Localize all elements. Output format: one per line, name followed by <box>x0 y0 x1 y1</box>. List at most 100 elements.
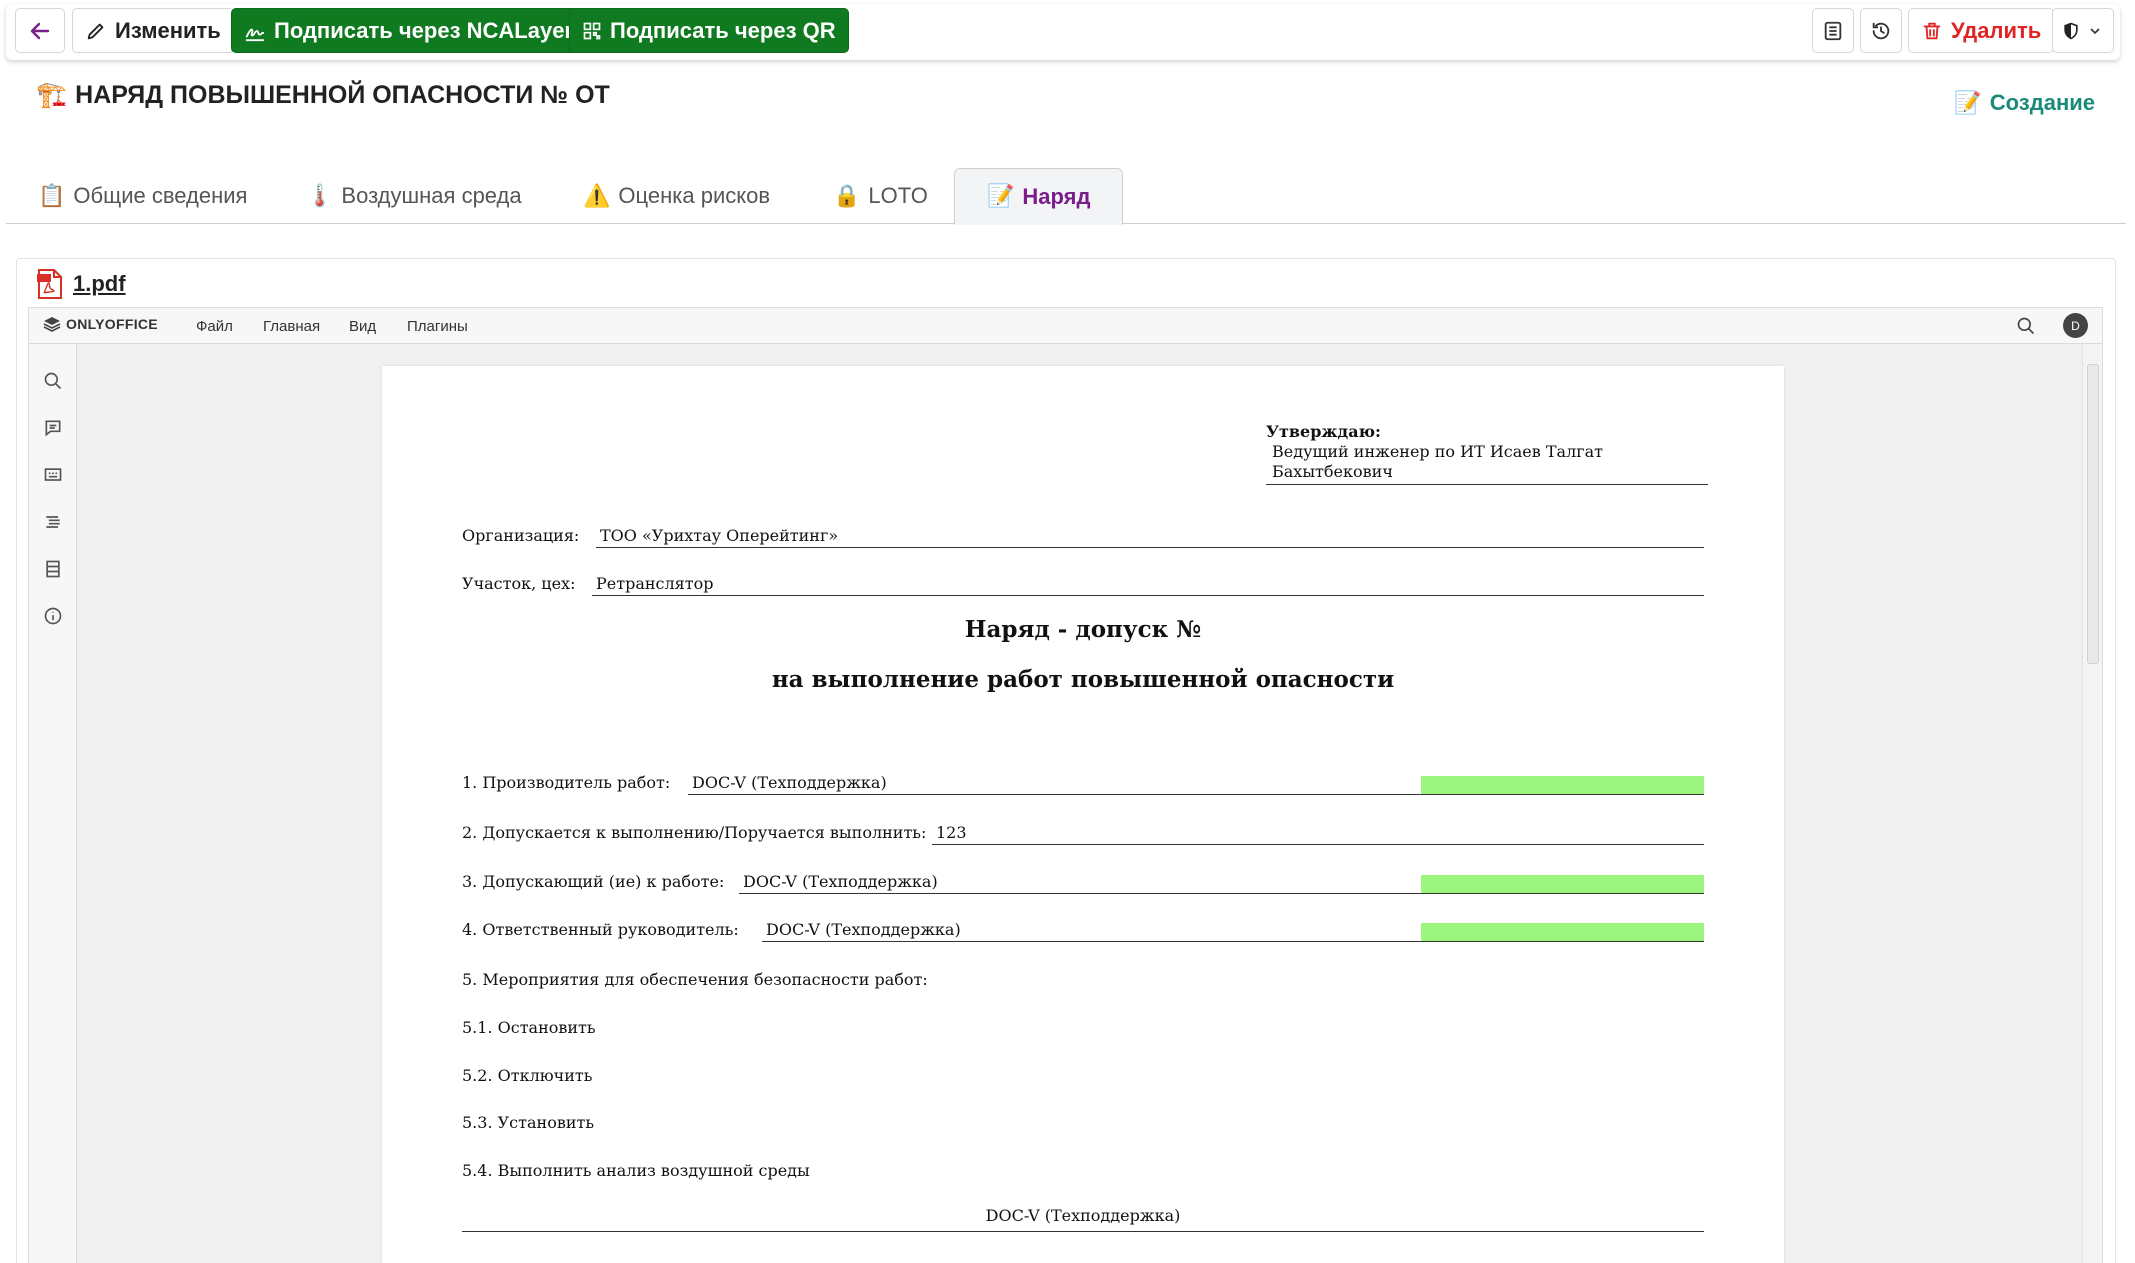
field-label: 2. Допускается к выполнению/Поручается в… <box>462 823 927 842</box>
page-title-text: НАРЯД ПОВЫШЕННОЙ ОПАСНОСТИ № ОТ <box>75 80 610 109</box>
edit-button[interactable]: Изменить <box>72 8 234 53</box>
viewer-scrollbar[interactable] <box>2082 344 2102 1263</box>
sign-ncalayer-button[interactable]: Подписать через NCALayer <box>231 8 586 53</box>
tab-label: Общие сведения <box>73 183 248 208</box>
signature-highlight <box>1421 923 1704 941</box>
file-name-link[interactable]: 1.pdf <box>73 271 126 297</box>
signature-value: DOC-V (Техподдержка) <box>985 1206 1181 1225</box>
menu-view[interactable]: Вид <box>349 318 376 335</box>
site-field: Участок, цех: Ретранслятор <box>462 572 1704 596</box>
section-5: 5. Мероприятия для обеспечения безопасно… <box>462 970 928 989</box>
responsible-manager-field: 4. Ответственный руководитель: DOC-V (Те… <box>462 918 1704 942</box>
delete-button[interactable]: Удалить <box>1908 8 2055 53</box>
layers-icon <box>43 317 61 332</box>
search-icon[interactable] <box>2016 316 2036 336</box>
pencil-icon <box>87 23 104 39</box>
tab-label: Воздушная среда <box>341 183 522 208</box>
brand-text: ONLYOFFICE <box>66 316 158 332</box>
document-view-button[interactable] <box>1812 8 1854 53</box>
document-list-icon <box>1824 21 1842 40</box>
tab-label: Оценка рисков <box>618 183 771 208</box>
delete-button-label: Удалить <box>1951 17 2042 43</box>
field-label: 1. Производитель работ: <box>462 773 671 792</box>
document-title-2: на выполнение работ повышенной опасности <box>771 666 1395 693</box>
chat-icon[interactable] <box>43 465 63 485</box>
section-5-1: 5.1. Остановить <box>462 1018 596 1037</box>
field-value: DOC-V (Техподдержка) <box>692 773 887 792</box>
thumbnails-icon[interactable] <box>43 559 63 579</box>
navigation-icon[interactable] <box>43 512 63 532</box>
sign-qr-button[interactable]: Подписать через QR <box>569 8 849 53</box>
field-value: DOC-V (Техподдержка) <box>766 920 961 939</box>
trash-icon <box>1923 22 1941 39</box>
work-producer-field: 1. Производитель работ: DOC-V (Техподдер… <box>462 771 1704 795</box>
viewer-header: ONLYOFFICE Файл Главная Вид Плагины D <box>29 308 2102 344</box>
security-dropdown[interactable] <box>2052 8 2114 53</box>
status-text: Создание <box>1989 90 2095 115</box>
admitting-person-field: 3. Допускающий (ие) к работе: DOC-V (Тех… <box>462 870 1704 894</box>
shield-icon <box>2064 22 2078 39</box>
approval-block: Утверждаю: Ведущий инженер по ИТ Исаев Т… <box>1266 422 1708 485</box>
field-label: Организация: <box>462 526 580 545</box>
memo-icon: 📝 <box>987 184 1015 209</box>
approval-line-2: Бахытбекович <box>1272 462 1393 481</box>
viewer-sidebar <box>29 344 77 1263</box>
menu-plugins[interactable]: Плагины <box>407 318 468 335</box>
field-label: Участок, цех: <box>462 574 576 593</box>
sign-qr-label: Подписать через QR <box>610 17 836 43</box>
field-value: Ретранслятор <box>596 574 714 593</box>
avatar[interactable]: D <box>2063 313 2088 338</box>
tab-loto[interactable]: 🔒 LOTO <box>801 168 960 224</box>
warning-icon: ⚠️ <box>583 183 611 209</box>
approval-heading: Утверждаю: <box>1266 422 1381 441</box>
signature-highlight <box>1421 776 1704 794</box>
page-title: 🏗️ НАРЯД ПОВЫШЕННОЙ ОПАСНОСТИ № ОТ <box>36 80 610 110</box>
status-badge: 📝 Создание <box>1954 90 2095 116</box>
search-icon[interactable] <box>43 371 63 391</box>
admitted-field: 2. Допускается к выполнению/Поручается в… <box>462 821 1704 845</box>
memo-icon: 📝 <box>1954 90 1982 116</box>
arrow-left-icon <box>30 22 50 39</box>
comment-icon[interactable] <box>43 418 63 438</box>
tab-label: Наряд <box>1022 183 1091 209</box>
field-value: 123 <box>936 823 967 842</box>
tab-risk-assessment[interactable]: ⚠️ Оценка рисков <box>551 168 802 224</box>
tab-bar: 📋 Общие сведения 🌡️ Воздушная среда ⚠️ О… <box>6 168 2126 225</box>
sign-ncalayer-label: Подписать через NCALayer <box>274 17 573 43</box>
document-title-1: Наряд - допуск № <box>964 616 1202 643</box>
tab-general-info[interactable]: 📋 Общие сведения <box>6 168 279 224</box>
signature-highlight <box>1421 875 1704 893</box>
history-button[interactable] <box>1860 8 1902 53</box>
pdf-file-icon <box>37 269 62 299</box>
file-entry[interactable]: 1.pdf <box>37 269 126 299</box>
tab-work-order[interactable]: 📝 Наряд <box>954 168 1124 225</box>
onlyoffice-viewer: ONLYOFFICE Файл Главная Вид Плагины D Ут… <box>28 307 2103 1263</box>
field-value: DOC-V (Техподдержка) <box>743 872 938 891</box>
tab-air-environment[interactable]: 🌡️ Воздушная среда <box>274 168 554 224</box>
organization-field: Организация: ТОО «Урихтау Оперейтинг» <box>462 524 1704 548</box>
onlyoffice-logo: ONLYOFFICE <box>43 316 158 332</box>
pdf-page: Утверждаю: Ведущий инженер по ИТ Исаев Т… <box>382 366 1784 1263</box>
section-5-3: 5.3. Установить <box>462 1113 595 1132</box>
clipboard-icon: 📋 <box>38 183 66 209</box>
attachment-panel: 1.pdf ONLYOFFICE Файл Главная Вид Плагин… <box>16 258 2116 1263</box>
thermometer-icon: 🌡️ <box>306 183 334 209</box>
menu-home[interactable]: Главная <box>263 318 320 335</box>
history-icon <box>1872 22 1890 39</box>
signature-icon <box>245 28 265 41</box>
construction-icon: 🏗️ <box>36 80 68 109</box>
menu-file[interactable]: Файл <box>196 318 233 335</box>
qr-code-icon <box>583 22 601 39</box>
signature-line: DOC-V (Техподдержка) <box>462 1206 1704 1232</box>
chevron-down-icon <box>2090 27 2100 34</box>
field-label: 4. Ответственный руководитель: <box>462 920 739 939</box>
scrollbar-thumb[interactable] <box>2087 364 2099 664</box>
lock-icon: 🔒 <box>833 183 861 209</box>
field-label: 3. Допускающий (ие) к работе: <box>462 872 725 891</box>
info-icon[interactable] <box>43 606 63 626</box>
edit-button-label: Изменить <box>115 17 221 43</box>
field-value: ТОО «Урихтау Оперейтинг» <box>600 526 839 545</box>
section-5-4: 5.4. Выполнить анализ воздушной среды <box>462 1161 810 1180</box>
action-toolbar: Изменить Подписать через NCALayer Подпис… <box>6 4 2120 60</box>
back-button[interactable] <box>15 8 65 53</box>
